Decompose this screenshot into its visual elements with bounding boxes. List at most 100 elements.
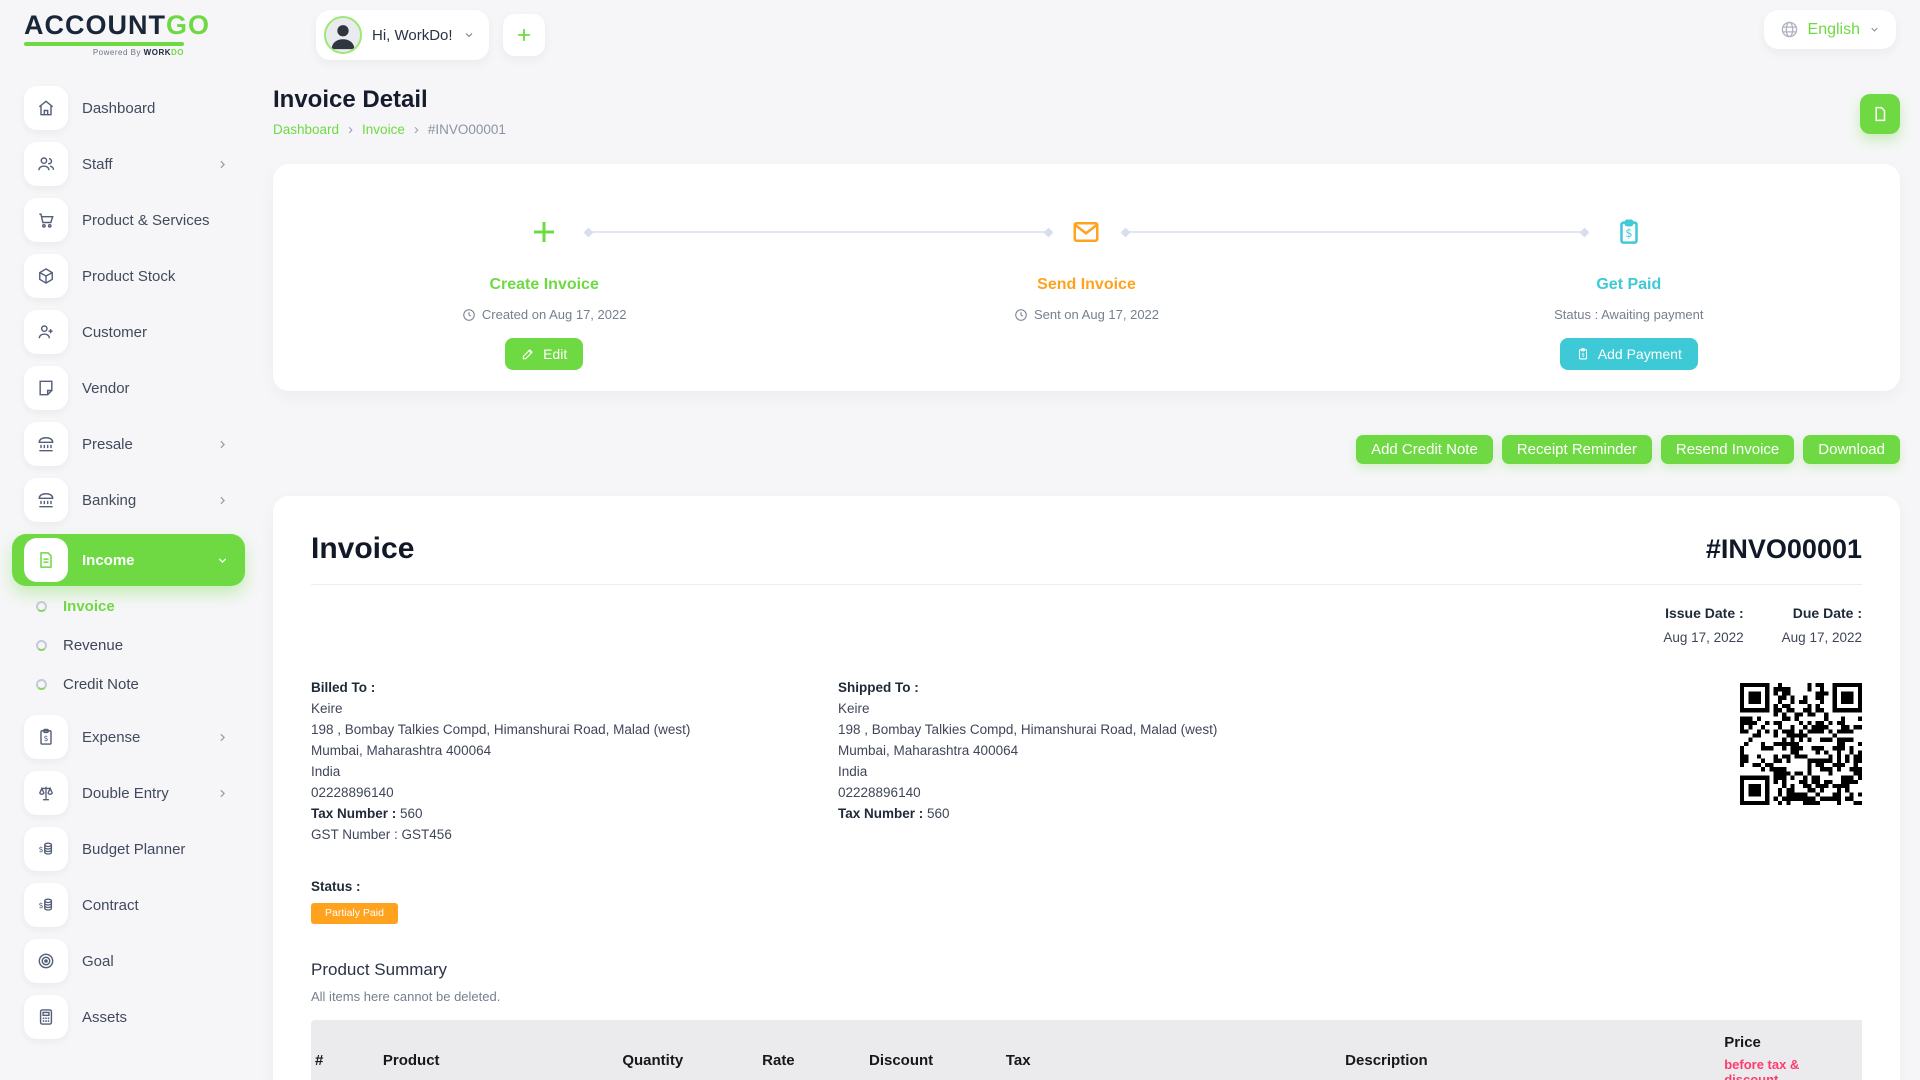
billed-address-2: Mumbai, Maharashtra 400064 <box>311 740 838 761</box>
sidebar-item-budget-planner[interactable]: $ Budget Planner <box>24 827 255 871</box>
sidebar-item-double-entry[interactable]: Double Entry <box>24 771 255 815</box>
language-selector[interactable]: English <box>1764 10 1896 49</box>
bank-icon <box>24 478 68 522</box>
col-header-tax: Tax <box>994 1020 1333 1080</box>
col-header-product: Product <box>371 1020 610 1080</box>
sidebar-item-assets[interactable]: Assets <box>24 995 255 1039</box>
add-payment-button[interactable]: $ Add Payment <box>1560 338 1698 370</box>
issue-date-block: Issue Date : Aug 17, 2022 <box>1663 605 1743 645</box>
sidebar-item-staff[interactable]: Staff <box>24 142 255 186</box>
shipped-name: Keire <box>838 698 1365 719</box>
logo-underline <box>24 42 184 46</box>
svg-text:$: $ <box>39 845 44 854</box>
topbar: ACCOUNTGO Powered By WORKDO Hi, WorkDo! … <box>0 0 1920 60</box>
billed-address-3: India <box>311 761 838 782</box>
shipped-address-2: Mumbai, Maharashtra 400064 <box>838 740 1365 761</box>
bullet-icon <box>36 640 47 651</box>
pencil-icon <box>521 347 535 361</box>
shipped-phone: 02228896140 <box>838 782 1365 803</box>
chevron-down-icon <box>463 29 475 41</box>
table-header-row: # Product Quantity Rate Discount Tax Des… <box>311 1020 1862 1080</box>
due-date-block: Due Date : Aug 17, 2022 <box>1782 605 1862 645</box>
shipped-address-3: India <box>838 761 1365 782</box>
note-icon <box>24 366 68 410</box>
step-title: Create Invoice <box>489 276 598 294</box>
calculator-icon <box>24 995 68 1039</box>
edit-button[interactable]: Edit <box>505 338 583 370</box>
col-header-num: # <box>311 1020 371 1080</box>
sidebar-item-vendor[interactable]: Vendor <box>24 366 255 410</box>
svg-text:$: $ <box>1625 227 1632 240</box>
sidebar-item-income[interactable]: Income <box>12 534 245 586</box>
chevron-down-icon <box>216 554 229 567</box>
col-header-quantity: Quantity <box>610 1020 750 1080</box>
receipt-dollar-icon: $ <box>1606 210 1652 254</box>
sidebar-item-banking[interactable]: Banking <box>24 478 255 522</box>
download-button[interactable]: Download <box>1803 435 1900 464</box>
breadcrumb: Dashboard › Invoice › #INVO00001 <box>273 121 506 138</box>
breadcrumb-dashboard[interactable]: Dashboard <box>273 122 339 137</box>
billed-to-block: Billed To : Keire 198 , Bombay Talkies C… <box>311 677 838 845</box>
user-menu[interactable]: Hi, WorkDo! <box>316 10 489 60</box>
step-subtitle: Sent on Aug 17, 2022 <box>1014 307 1159 322</box>
add-credit-note-button[interactable]: Add Credit Note <box>1356 435 1493 464</box>
breadcrumb-invoice[interactable]: Invoice <box>362 122 405 137</box>
step-subtitle: Status : Awaiting payment <box>1554 307 1703 322</box>
billed-phone: 02228896140 <box>311 782 838 803</box>
home-icon <box>24 86 68 130</box>
product-table: # Product Quantity Rate Discount Tax Des… <box>311 1020 1862 1080</box>
sidebar-item-contract[interactable]: $ Contract <box>24 883 255 927</box>
chevron-right-icon <box>216 731 229 744</box>
breadcrumb-separator: › <box>414 121 419 138</box>
sidebar-item-customer[interactable]: Customer <box>24 310 255 354</box>
cube-icon <box>24 254 68 298</box>
sidebar-subitem-invoice[interactable]: Invoice <box>36 598 255 615</box>
chevron-right-icon <box>216 787 229 800</box>
svg-text:$: $ <box>1581 352 1584 358</box>
product-summary-note: All items here cannot be deleted. <box>311 989 1862 1004</box>
plus-icon <box>521 210 567 254</box>
clipboard-icon: $ <box>1576 347 1590 361</box>
step-subtitle: Created on Aug 17, 2022 <box>462 307 627 322</box>
clipboard-dollar-icon: $ <box>24 715 68 759</box>
step-title: Send Invoice <box>1037 276 1136 294</box>
invoice-card: Invoice #INVO00001 Issue Date : Aug 17, … <box>273 496 1900 1080</box>
sidebar-subitem-credit-note[interactable]: Credit Note <box>36 676 255 693</box>
invoice-icon <box>24 538 68 582</box>
user-greeting: Hi, WorkDo! <box>372 27 453 44</box>
invoice-actions: Add Credit Note Receipt Reminder Resend … <box>273 435 1900 464</box>
page-header: Invoice Detail Dashboard › Invoice › #IN… <box>273 86 1900 138</box>
users-icon <box>24 142 68 186</box>
sidebar-item-expense[interactable]: $ Expense <box>24 715 255 759</box>
step-connector <box>1125 231 1585 233</box>
clock-icon <box>1014 308 1028 322</box>
resend-invoice-button[interactable]: Resend Invoice <box>1661 435 1794 464</box>
breadcrumb-separator: › <box>348 121 353 138</box>
sidebar-item-dashboard[interactable]: Dashboard <box>24 86 255 130</box>
coins-dollar-icon: $ <box>24 827 68 871</box>
export-document-button[interactable] <box>1860 94 1900 134</box>
sidebar-item-goal[interactable]: Goal <box>24 939 255 983</box>
product-summary-title: Product Summary <box>311 960 1862 980</box>
sidebar-item-presale[interactable]: Presale <box>24 422 255 466</box>
sidebar-subitem-revenue[interactable]: Revenue <box>36 637 255 654</box>
sidebar-item-product-stock[interactable]: Product Stock <box>24 254 255 298</box>
sidebar-item-product-services[interactable]: Product & Services <box>24 198 255 242</box>
shipped-to-block: Shipped To : Keire 198 , Bombay Talkies … <box>838 677 1365 845</box>
svg-text:$: $ <box>44 734 49 743</box>
billed-tax-number: Tax Number : 560 <box>311 803 838 824</box>
price-note: before tax & discount <box>1724 1057 1850 1080</box>
step-title: Get Paid <box>1596 276 1661 294</box>
app-logo[interactable]: ACCOUNTGO Powered By WORKDO <box>24 10 256 57</box>
logo-powered-by: Powered By WORKDO <box>24 48 184 57</box>
invoice-number: #INVO00001 <box>1706 534 1862 565</box>
billed-gst-number: GST Number : GST456 <box>311 824 838 845</box>
add-button[interactable] <box>503 14 545 56</box>
avatar <box>324 16 362 54</box>
plus-icon <box>514 25 534 45</box>
chevron-right-icon <box>216 158 229 171</box>
receipt-reminder-button[interactable]: Receipt Reminder <box>1502 435 1652 464</box>
chevron-right-icon <box>216 494 229 507</box>
shipped-tax-number: Tax Number : 560 <box>838 803 1365 824</box>
globe-icon <box>1780 20 1799 39</box>
